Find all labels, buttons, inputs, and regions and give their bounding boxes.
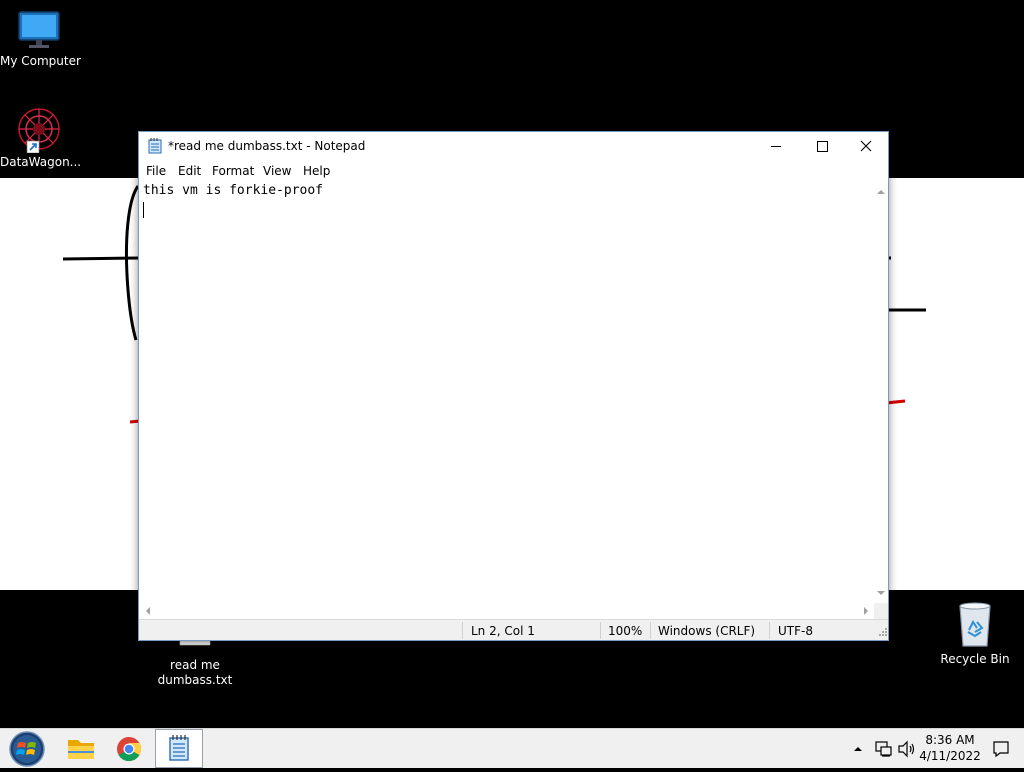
- status-separator: [769, 622, 770, 639]
- clock-time: 8:36 AM: [925, 733, 975, 747]
- chrome-icon: [117, 737, 142, 762]
- network-icon[interactable]: [873, 739, 893, 759]
- close-button[interactable]: [843, 132, 889, 161]
- recycle-bin-icon: [959, 602, 991, 647]
- monitor-icon: [18, 11, 60, 48]
- status-line-endings: Windows (CRLF): [658, 624, 756, 638]
- menu-format[interactable]: Format: [212, 164, 254, 178]
- desktop-icon-label: My Computer: [0, 54, 81, 68]
- text-editor-area[interactable]: this vm is forkie-proof: [139, 181, 874, 603]
- text-file-icon: [179, 641, 211, 646]
- notepad-icon: [169, 735, 189, 761]
- menu-bar: File Edit Format View Help: [139, 161, 888, 181]
- file-explorer-icon: [68, 740, 94, 759]
- vertical-scrollbar[interactable]: [874, 181, 888, 603]
- status-separator: [462, 622, 463, 639]
- start-orb-icon: [9, 731, 45, 767]
- desktop-icon-label: Recycle Bin: [940, 652, 1010, 666]
- maximize-icon: [817, 141, 828, 152]
- maximize-button[interactable]: [799, 132, 845, 161]
- scroll-up-arrow-icon[interactable]: [874, 185, 888, 199]
- desktop-icon-recycle-bin[interactable]: Recycle Bin: [936, 602, 1014, 667]
- show-hidden-icons-chevron[interactable]: [851, 742, 865, 756]
- resize-grip-icon[interactable]: [876, 627, 888, 639]
- status-separator: [600, 622, 601, 639]
- desktop-icon-label: DataWagon...: [0, 155, 82, 169]
- minimize-button[interactable]: [753, 132, 799, 161]
- menu-file[interactable]: File: [146, 164, 166, 178]
- minimize-icon: [771, 146, 781, 147]
- desktop-icon-label-line1: read me: [170, 658, 220, 672]
- taskbar-file-explorer[interactable]: [57, 729, 105, 768]
- taskbar-chrome[interactable]: [105, 729, 153, 768]
- taskbar-notepad[interactable]: [155, 729, 203, 768]
- menu-help[interactable]: Help: [303, 164, 330, 178]
- scroll-right-arrow-icon[interactable]: [859, 604, 873, 618]
- menu-edit[interactable]: Edit: [178, 164, 201, 178]
- desktop-icon-my-computer[interactable]: My Computer: [0, 8, 81, 69]
- notification-center-icon[interactable]: [991, 739, 1011, 759]
- status-encoding: UTF-8: [778, 624, 813, 638]
- taskbar-clock[interactable]: 8:36 AM 4/11/2022: [914, 732, 986, 764]
- notepad-titlebar[interactable]: *read me dumbass.txt - Notepad: [139, 132, 888, 161]
- scroll-left-arrow-icon[interactable]: [141, 604, 155, 618]
- datawagon-shortcut-icon: [18, 108, 60, 153]
- desktop-icon-read-me-file[interactable]: read me dumbass.txt: [154, 641, 236, 688]
- notepad-icon: [148, 138, 162, 154]
- desktop-icon-datawagon[interactable]: DataWagon...: [0, 107, 82, 170]
- status-bar: Ln 2, Col 1 100% Windows (CRLF) UTF-8: [139, 619, 888, 640]
- taskbar: 8:36 AM 4/11/2022: [0, 728, 1024, 768]
- scrollbar-corner: [874, 603, 888, 619]
- clock-date: 4/11/2022: [919, 749, 981, 763]
- status-cursor-position: Ln 2, Col 1: [471, 624, 535, 638]
- start-button[interactable]: [3, 729, 51, 768]
- desktop-icon-label-line2: dumbass.txt: [157, 673, 233, 687]
- text-line-1: this vm is forkie-proof: [143, 183, 324, 198]
- status-zoom: 100%: [608, 624, 643, 638]
- status-separator: [650, 622, 651, 639]
- notepad-window[interactable]: *read me dumbass.txt - Notepad File Edit…: [138, 131, 889, 641]
- horizontal-scrollbar[interactable]: [139, 603, 874, 619]
- window-title: *read me dumbass.txt - Notepad: [168, 139, 366, 153]
- close-icon: [860, 140, 872, 152]
- menu-view[interactable]: View: [263, 164, 291, 178]
- scroll-down-arrow-icon[interactable]: [874, 586, 888, 600]
- text-caret: [143, 202, 144, 218]
